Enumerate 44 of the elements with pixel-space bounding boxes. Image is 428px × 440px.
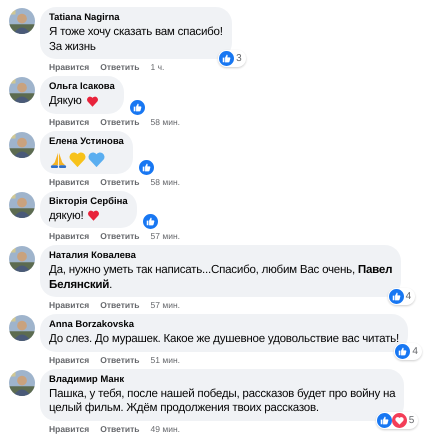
comment-time[interactable]: 57 мин. (150, 300, 180, 311)
author-name[interactable]: Елена Устинова (49, 136, 124, 148)
author-name[interactable]: Владимир Манк (49, 374, 396, 386)
author-name[interactable]: Anna Borzakovska (49, 319, 399, 331)
author-name[interactable]: Вікторія Сербіна (49, 196, 128, 208)
reaction-badge[interactable]: 4 (394, 342, 422, 360)
reaction-badge[interactable]: 3 (218, 50, 246, 67)
comment-text: Я тоже хочу сказать вам спасибо! (49, 25, 223, 40)
author-name[interactable]: Ольга Ісакова (49, 81, 115, 93)
comment-text: Белянский. (49, 278, 112, 292)
reaction-count: 4 (406, 291, 412, 302)
reaction-count: 5 (408, 414, 414, 426)
comment-text: дякую! (49, 208, 84, 223)
action-link[interactable]: Ответить (100, 62, 140, 73)
comment-time[interactable]: 49 мин. (150, 424, 180, 434)
action-link[interactable]: Нравится (49, 231, 90, 242)
comment-text: целый фильм. Ждём продолжения твоих рассказов. (49, 401, 319, 416)
author-name[interactable]: Tatiana Nagirna (49, 12, 223, 24)
comment-time[interactable]: 57 мин. (150, 231, 180, 242)
action-link[interactable]: Нравится (49, 176, 90, 188)
action-link[interactable]: Нравится (49, 62, 90, 73)
action-link[interactable]: Нравится (49, 354, 90, 366)
comment-text: Пашка, у тебя, после нашей победы, рассказов будет про войну на (49, 386, 396, 401)
reaction-badge[interactable]: 4 (388, 288, 416, 305)
reaction-count: 3 (236, 53, 242, 64)
action-link[interactable]: Нравится (49, 424, 90, 434)
action-link[interactable]: Ответить (100, 176, 140, 188)
comment-text: За жизнь (49, 40, 96, 54)
reaction-count: 4 (412, 346, 418, 356)
reaction-badge[interactable]: 5 (376, 412, 418, 428)
comment-time[interactable]: 1 ч. (150, 62, 164, 73)
action-link[interactable]: Нравится (49, 300, 90, 311)
comment-time[interactable]: 58 мин. (150, 116, 180, 128)
action-link[interactable]: Нравится (49, 116, 90, 128)
action-link[interactable]: Ответить (100, 116, 140, 128)
action-link[interactable]: Ответить (100, 424, 140, 434)
comment-time[interactable]: 51 мин. (150, 354, 180, 366)
comment-text: Да, нужно уметь так написать...Спасибо, любим Вас очень, Павел (49, 263, 392, 278)
action-link[interactable]: Ответить (100, 300, 140, 311)
comment-time[interactable]: 58 мин. (150, 176, 180, 188)
author-name[interactable]: Наталия Ковалева (49, 250, 392, 262)
comment-text: Дякую (49, 94, 82, 108)
action-link[interactable]: Ответить (100, 231, 140, 242)
action-link[interactable]: Ответить (100, 354, 140, 366)
